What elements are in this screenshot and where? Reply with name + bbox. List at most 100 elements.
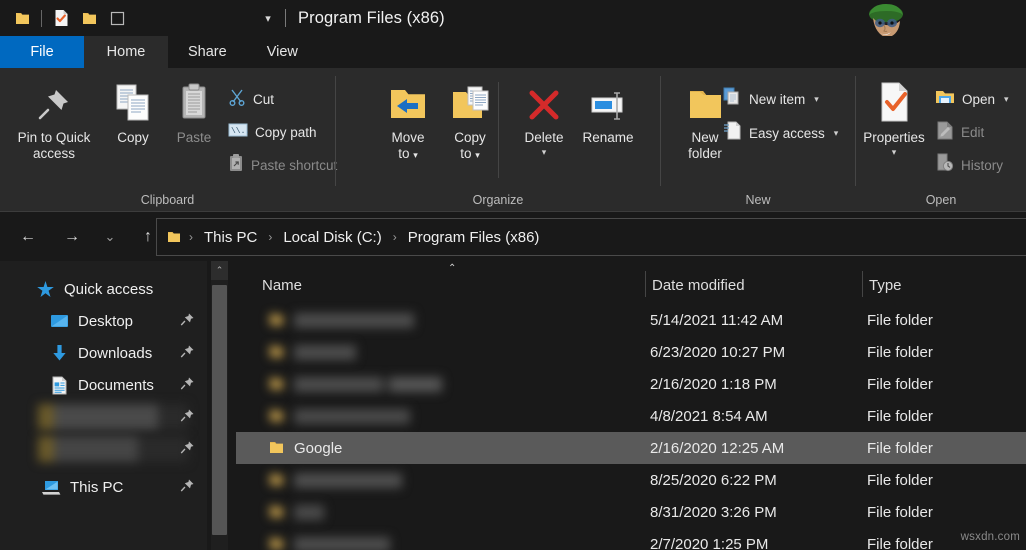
file-date-modified: 4/8/2021 8:54 AM xyxy=(650,408,768,425)
copy-documents-icon xyxy=(112,80,154,124)
table-row[interactable]: 2/16/2020 1:18 PM File folder xyxy=(236,368,1026,400)
tab-file[interactable]: File xyxy=(0,36,84,68)
easy-access-button[interactable]: Easy access ▾ xyxy=(723,120,838,146)
column-divider-1[interactable] xyxy=(645,271,646,297)
pin-icon-redacted-1[interactable] xyxy=(180,408,195,427)
properties-button[interactable]: Properties ▾ xyxy=(856,80,932,158)
easy-access-caret-icon[interactable]: ▾ xyxy=(834,128,839,139)
new-item-caret-icon[interactable]: ▾ xyxy=(814,94,819,105)
folder-icon xyxy=(268,343,285,364)
ribbon: Pin to Quick access xyxy=(0,68,1026,212)
breadcrumb-item-this-pc[interactable]: This PC xyxy=(200,229,261,246)
paste-shortcut-button[interactable]: Paste shortcut xyxy=(228,152,337,178)
file-type: File folder xyxy=(867,312,933,329)
navigation-pane-scrollbar[interactable]: ⌃ xyxy=(211,261,228,550)
tab-view[interactable]: View xyxy=(247,36,318,68)
qat-properties-icon[interactable] xyxy=(47,4,75,32)
qat-customize-icon[interactable] xyxy=(103,4,131,32)
column-header-date-modified[interactable]: Date modified xyxy=(652,277,745,294)
breadcrumb-separator-2: › xyxy=(386,230,404,244)
table-row[interactable]: 2/7/2020 1:25 PM File folder xyxy=(236,528,1026,550)
table-row[interactable]: 8/25/2020 6:22 PM File folder xyxy=(236,464,1026,496)
edit-button[interactable]: Edit xyxy=(935,119,984,145)
delete-label: Delete xyxy=(524,130,563,146)
sidebar-item-desktop[interactable]: Desktop xyxy=(0,305,207,337)
qat-dropdown-chevron-icon[interactable]: ▾ xyxy=(255,5,281,31)
sidebar-item-redacted-2[interactable] xyxy=(0,433,207,465)
sidebar-item-downloads[interactable]: Downloads xyxy=(0,337,207,369)
pin-icon-desktop[interactable] xyxy=(180,312,195,331)
move-to-label: Move to ▾ xyxy=(391,130,424,163)
easy-access-label: Easy access xyxy=(749,126,825,141)
column-header-type[interactable]: Type xyxy=(869,277,902,294)
pin-icon-redacted-2[interactable] xyxy=(180,440,195,459)
rename-button[interactable]: Rename xyxy=(570,80,646,146)
pin-to-quick-access-button[interactable]: Pin to Quick access xyxy=(16,80,92,162)
recent-locations-button[interactable]: ⌄ xyxy=(94,221,126,253)
breadcrumb-item-program-files[interactable]: Program Files (x86) xyxy=(404,229,544,246)
new-item-button[interactable]: New item ▾ xyxy=(723,86,819,112)
cut-button[interactable]: Cut xyxy=(228,86,274,112)
sidebar-item-redacted-1[interactable] xyxy=(0,401,207,433)
sidebar-item-this-pc[interactable]: This PC xyxy=(0,471,207,503)
navigation-pane: Quick access Desktop xyxy=(0,261,207,550)
pin-icon-documents[interactable] xyxy=(180,376,195,395)
move-to-caret-icon: ▾ xyxy=(413,150,418,160)
pin-icon-downloads[interactable] xyxy=(180,344,195,363)
history-button[interactable]: History xyxy=(935,152,1003,178)
qat-folder-icon[interactable] xyxy=(8,4,36,32)
properties-label: Properties xyxy=(863,130,925,146)
table-row[interactable]: 6/23/2020 10:27 PM File folder xyxy=(236,336,1026,368)
qat-new-folder-icon[interactable] xyxy=(75,4,103,32)
paste-shortcut-label: Paste shortcut xyxy=(251,158,337,173)
address-bar: ← → ⌄ ↑ › This PC › Local Disk (C:) › Pr… xyxy=(0,213,1026,261)
tab-share[interactable]: Share xyxy=(168,36,247,68)
redacted-label-2 xyxy=(38,436,188,462)
sidebar-label-quick-access: Quick access xyxy=(64,281,153,298)
redacted-label-1 xyxy=(38,404,188,430)
copy-path-button[interactable]: \\.. Copy path xyxy=(228,119,317,145)
edit-icon xyxy=(935,120,954,145)
download-icon xyxy=(48,344,70,362)
ribbon-tabs: File Home Share View xyxy=(0,36,1026,68)
open-button[interactable]: Open ▾ xyxy=(935,86,1009,112)
paste-button[interactable]: Paste xyxy=(156,80,232,146)
file-date-modified: 2/16/2020 12:25 AM xyxy=(650,440,784,457)
sidebar-item-quick-access[interactable]: Quick access xyxy=(0,273,207,305)
breadcrumb-separator-1: › xyxy=(261,230,279,244)
table-row[interactable]: 4/8/2021 8:54 AM File folder xyxy=(236,400,1026,432)
breadcrumb-item-local-disk[interactable]: Local Disk (C:) xyxy=(279,229,385,246)
move-to-line2: to xyxy=(398,146,409,161)
scrollbar-up-button[interactable]: ⌃ xyxy=(211,261,228,280)
delete-caret-icon[interactable]: ▾ xyxy=(542,147,547,158)
column-divider-2[interactable] xyxy=(862,271,863,297)
sidebar-item-documents[interactable]: Documents xyxy=(0,369,207,401)
column-header-name[interactable]: Name xyxy=(262,277,302,294)
table-row[interactable]: 5/14/2021 11:42 AM File folder xyxy=(236,304,1026,336)
file-name xyxy=(294,377,442,392)
scrollbar-thumb[interactable] xyxy=(212,285,227,535)
table-row[interactable]: Google 2/16/2020 12:25 AM File folder xyxy=(236,432,1026,464)
copy-path-icon: \\.. xyxy=(228,122,248,143)
pin-icon xyxy=(34,80,74,124)
table-row[interactable]: 8/31/2020 3:26 PM File folder xyxy=(236,496,1026,528)
pin-icon-this-pc[interactable] xyxy=(180,478,195,497)
folder-icon xyxy=(268,407,285,428)
tab-home[interactable]: Home xyxy=(84,36,168,68)
open-group-label: Open xyxy=(856,193,1026,207)
new-folder-line1: New xyxy=(691,130,718,145)
ribbon-group-organize: Move to ▾ Copy to xyxy=(336,68,660,212)
back-button[interactable]: ← xyxy=(12,221,44,253)
ribbon-group-open: Properties ▾ Open ▾ xyxy=(856,68,1026,212)
open-caret-icon[interactable]: ▾ xyxy=(1004,94,1009,105)
properties-caret-icon[interactable]: ▾ xyxy=(892,147,897,158)
file-type: File folder xyxy=(867,504,933,521)
sidebar-label-this-pc: This PC xyxy=(70,479,123,496)
copy-to-button[interactable]: Copy to ▾ xyxy=(432,80,508,163)
open-folder-icon xyxy=(935,88,955,110)
ribbon-group-new: New folder New item ▾ xyxy=(661,68,855,212)
breadcrumb[interactable]: › This PC › Local Disk (C:) › Program Fi… xyxy=(156,218,1026,256)
breadcrumb-folder-icon xyxy=(166,229,182,245)
forward-button[interactable]: → xyxy=(56,221,88,253)
folder-icon xyxy=(268,535,285,550)
